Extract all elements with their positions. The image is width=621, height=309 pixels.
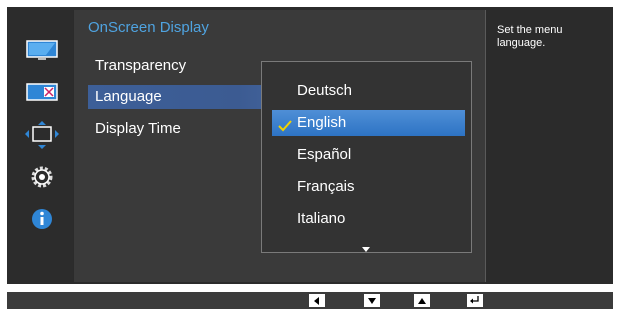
down-key-icon[interactable] (364, 294, 380, 307)
left-key-icon[interactable] (309, 294, 325, 307)
settings-icon[interactable] (10, 156, 73, 198)
enter-key-icon[interactable] (467, 294, 483, 307)
language-option-label: English (297, 114, 347, 131)
language-option-english[interactable]: English (272, 110, 465, 136)
panel-title: OnScreen Display (88, 19, 209, 36)
up-key-icon[interactable] (414, 294, 430, 307)
help-text: Set the menu language. (497, 24, 563, 49)
scroll-down-icon[interactable] (362, 240, 370, 258)
picture-icon[interactable] (10, 30, 73, 72)
help-panel: Set the menu language. (486, 10, 613, 280)
language-option-espanol[interactable]: Español (272, 142, 465, 168)
size-position-icon[interactable] (10, 114, 73, 156)
language-option-deutsch[interactable]: Deutsch (272, 78, 465, 104)
color-icon[interactable] (10, 72, 73, 114)
language-option-italiano[interactable]: Italiano (272, 206, 465, 232)
information-icon[interactable] (10, 198, 73, 240)
osd-icon-sidebar (10, 10, 73, 280)
language-option-francais[interactable]: Français (272, 174, 465, 200)
bottom-key-guide (7, 292, 613, 309)
language-dropdown: Deutsch English Español Français Italian… (261, 61, 472, 253)
checkmark-icon (278, 115, 292, 141)
